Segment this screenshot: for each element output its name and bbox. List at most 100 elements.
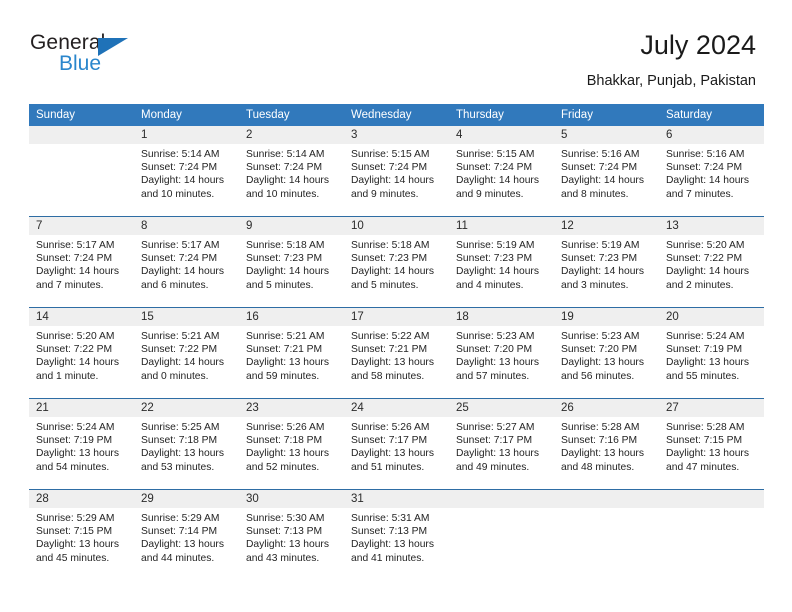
day-detail-daylight-line2: and 44 minutes. <box>141 552 215 564</box>
day-detail-daylight-line1: Daylight: 13 hours <box>141 448 224 460</box>
calendar-day-cell[interactable]: 31 Sunrise: 5:31 AM Sunset: 7:13 PM Dayligh… <box>344 489 449 580</box>
day-details: Sunrise: 5:30 AM Sunset: 7:13 PM Daylight:… <box>239 508 344 565</box>
day-detail-sunrise: Sunrise: 5:14 AM <box>246 149 325 160</box>
day-cell-content: 28 Sunrise: 5:29 AM Sunset: 7:15 PM Dayligh… <box>29 490 134 580</box>
day-detail-daylight-line1: Daylight: 14 hours <box>666 266 749 278</box>
day-detail-daylight-line1: Daylight: 13 hours <box>666 448 749 460</box>
day-detail-daylight-line2: and 6 minutes. <box>141 279 209 291</box>
day-cell-content: 10 Sunrise: 5:18 AM Sunset: 7:23 PM Dayligh… <box>344 217 449 307</box>
calendar-day-cell[interactable]: 4 Sunrise: 5:15 AM Sunset: 7:24 PM Daylight… <box>449 126 554 217</box>
day-details: Sunrise: 5:29 AM Sunset: 7:14 PM Daylight:… <box>134 508 239 565</box>
calendar-day-cell[interactable]: 14 Sunrise: 5:20 AM Sunset: 7:22 PM Dayligh… <box>29 307 134 399</box>
day-detail-sunset: Sunset: 7:24 PM <box>456 162 533 174</box>
day-details: Sunrise: 5:26 AM Sunset: 7:17 PM Daylight:… <box>344 417 449 474</box>
calendar-day-cell[interactable]: 26 Sunrise: 5:28 AM Sunset: 7:16 PM Dayligh… <box>554 398 659 490</box>
calendar-day-cell[interactable]: 19 Sunrise: 5:23 AM Sunset: 7:20 PM Dayligh… <box>554 307 659 399</box>
day-detail-daylight-line2: and 10 minutes. <box>246 188 320 200</box>
calendar-day-cell[interactable]: 24 Sunrise: 5:26 AM Sunset: 7:17 PM Dayligh… <box>344 398 449 490</box>
day-number: 18 <box>449 308 554 326</box>
calendar-day-cell[interactable]: 8 Sunrise: 5:17 AM Sunset: 7:24 PM Daylight… <box>134 216 239 308</box>
calendar-day-cell[interactable]: 6 Sunrise: 5:16 AM Sunset: 7:24 PM Daylight… <box>659 126 764 217</box>
day-cell-content: 12 Sunrise: 5:19 AM Sunset: 7:23 PM Dayligh… <box>554 217 659 307</box>
day-cell-content: 24 Sunrise: 5:26 AM Sunset: 7:17 PM Dayligh… <box>344 399 449 489</box>
day-detail-sunset: Sunset: 7:18 PM <box>141 435 218 447</box>
day-detail-daylight-line1: Daylight: 13 hours <box>666 357 749 369</box>
day-detail-daylight-line2: and 7 minutes. <box>36 279 104 291</box>
day-number: 19 <box>554 308 659 326</box>
calendar-day-cell[interactable]: 25 Sunrise: 5:27 AM Sunset: 7:17 PM Dayligh… <box>449 398 554 490</box>
day-cell-content: 19 Sunrise: 5:23 AM Sunset: 7:20 PM Dayligh… <box>554 308 659 398</box>
calendar-day-cell[interactable]: 10 Sunrise: 5:18 AM Sunset: 7:23 PM Dayligh… <box>344 216 449 308</box>
day-cell-content: 26 Sunrise: 5:28 AM Sunset: 7:16 PM Dayligh… <box>554 399 659 489</box>
day-detail-sunset: Sunset: 7:15 PM <box>36 526 113 538</box>
calendar-day-cell[interactable]: 20 Sunrise: 5:24 AM Sunset: 7:19 PM Dayligh… <box>659 307 764 399</box>
day-detail-sunset: Sunset: 7:24 PM <box>141 253 218 265</box>
calendar-day-cell[interactable]: 11 Sunrise: 5:19 AM Sunset: 7:23 PM Dayligh… <box>449 216 554 308</box>
day-detail-daylight-line2: and 47 minutes. <box>666 461 740 473</box>
calendar-week-row: 28 Sunrise: 5:29 AM Sunset: 7:15 PM Dayligh… <box>29 489 764 580</box>
day-detail-sunrise: Sunrise: 5:29 AM <box>36 513 115 524</box>
calendar-day-cell[interactable]: 23 Sunrise: 5:26 AM Sunset: 7:18 PM Dayligh… <box>239 398 344 490</box>
day-details <box>659 508 764 512</box>
calendar-day-cell[interactable]: 7 Sunrise: 5:17 AM Sunset: 7:24 PM Daylight… <box>29 216 134 308</box>
day-details: Sunrise: 5:26 AM Sunset: 7:18 PM Daylight:… <box>239 417 344 474</box>
day-detail-daylight-line2: and 9 minutes. <box>456 188 524 200</box>
day-detail-sunrise: Sunrise: 5:27 AM <box>456 422 535 433</box>
calendar-day-cell[interactable]: 28 Sunrise: 5:29 AM Sunset: 7:15 PM Dayligh… <box>29 489 134 580</box>
day-details: Sunrise: 5:15 AM Sunset: 7:24 PM Daylight:… <box>344 144 449 201</box>
day-number: 7 <box>29 217 134 235</box>
day-detail-daylight-line2: and 10 minutes. <box>141 188 215 200</box>
day-number: 1 <box>134 126 239 144</box>
day-detail-daylight-line2: and 53 minutes. <box>141 461 215 473</box>
day-details: Sunrise: 5:27 AM Sunset: 7:17 PM Daylight:… <box>449 417 554 474</box>
calendar-day-cell[interactable]: 16 Sunrise: 5:21 AM Sunset: 7:21 PM Dayligh… <box>239 307 344 399</box>
day-details: Sunrise: 5:16 AM Sunset: 7:24 PM Daylight:… <box>554 144 659 201</box>
weekday-header-saturday: Saturday <box>659 104 764 126</box>
calendar-day-cell[interactable]: 22 Sunrise: 5:25 AM Sunset: 7:18 PM Dayligh… <box>134 398 239 490</box>
day-cell-content: 9 Sunrise: 5:18 AM Sunset: 7:23 PM Daylight… <box>239 217 344 307</box>
calendar-day-cell[interactable]: 30 Sunrise: 5:30 AM Sunset: 7:13 PM Dayligh… <box>239 489 344 580</box>
day-detail-sunset: Sunset: 7:21 PM <box>246 344 323 356</box>
day-cell-content: 23 Sunrise: 5:26 AM Sunset: 7:18 PM Dayligh… <box>239 399 344 489</box>
day-detail-daylight-line2: and 51 minutes. <box>351 461 425 473</box>
day-detail-sunset: Sunset: 7:23 PM <box>456 253 533 265</box>
day-number: 29 <box>134 490 239 508</box>
calendar-table: Sunday Monday Tuesday Wednesday Thursday… <box>29 104 764 580</box>
day-detail-daylight-line1: Daylight: 13 hours <box>246 448 329 460</box>
day-number: 4 <box>449 126 554 144</box>
day-detail-daylight-line1: Daylight: 13 hours <box>456 448 539 460</box>
general-blue-logo[interactable]: General Blue <box>30 28 142 75</box>
calendar-day-cell[interactable]: 21 Sunrise: 5:24 AM Sunset: 7:19 PM Dayligh… <box>29 398 134 490</box>
day-cell-content <box>554 490 659 580</box>
calendar-day-cell[interactable]: 5 Sunrise: 5:16 AM Sunset: 7:24 PM Daylight… <box>554 126 659 217</box>
calendar-day-cell[interactable]: 29 Sunrise: 5:29 AM Sunset: 7:14 PM Dayligh… <box>134 489 239 580</box>
calendar-day-cell[interactable]: 18 Sunrise: 5:23 AM Sunset: 7:20 PM Dayligh… <box>449 307 554 399</box>
day-details: Sunrise: 5:16 AM Sunset: 7:24 PM Daylight:… <box>659 144 764 201</box>
day-detail-daylight-line2: and 5 minutes. <box>351 279 419 291</box>
day-detail-daylight-line1: Daylight: 13 hours <box>36 539 119 551</box>
calendar-day-cell[interactable]: 2 Sunrise: 5:14 AM Sunset: 7:24 PM Daylight… <box>239 126 344 217</box>
day-cell-content: 6 Sunrise: 5:16 AM Sunset: 7:24 PM Daylight… <box>659 126 764 216</box>
logo-blue-label: Blue <box>59 52 102 75</box>
day-detail-sunrise: Sunrise: 5:19 AM <box>561 240 640 251</box>
calendar-day-cell[interactable]: 3 Sunrise: 5:15 AM Sunset: 7:24 PM Daylight… <box>344 126 449 217</box>
day-detail-daylight-line2: and 52 minutes. <box>246 461 320 473</box>
day-cell-content: 22 Sunrise: 5:25 AM Sunset: 7:18 PM Dayligh… <box>134 399 239 489</box>
day-detail-daylight-line1: Daylight: 14 hours <box>456 175 539 187</box>
day-details: Sunrise: 5:31 AM Sunset: 7:13 PM Daylight:… <box>344 508 449 565</box>
day-detail-daylight-line1: Daylight: 13 hours <box>36 448 119 460</box>
day-cell-content: 21 Sunrise: 5:24 AM Sunset: 7:19 PM Dayligh… <box>29 399 134 489</box>
calendar-day-cell[interactable]: 9 Sunrise: 5:18 AM Sunset: 7:23 PM Daylight… <box>239 216 344 308</box>
calendar-body: 1 Sunrise: 5:14 AM Sunset: 7:24 PM Daylight… <box>29 126 764 580</box>
weekday-header-friday: Friday <box>554 104 659 126</box>
calendar-day-cell[interactable]: 15 Sunrise: 5:21 AM Sunset: 7:22 PM Dayligh… <box>134 307 239 399</box>
calendar-day-cell[interactable]: 12 Sunrise: 5:19 AM Sunset: 7:23 PM Dayligh… <box>554 216 659 308</box>
calendar-day-cell[interactable]: 27 Sunrise: 5:28 AM Sunset: 7:15 PM Dayligh… <box>659 398 764 490</box>
day-detail-sunrise: Sunrise: 5:17 AM <box>36 240 115 251</box>
day-detail-sunset: Sunset: 7:24 PM <box>561 162 638 174</box>
calendar-day-cell[interactable]: 13 Sunrise: 5:20 AM Sunset: 7:22 PM Dayligh… <box>659 216 764 308</box>
calendar-day-cell[interactable]: 1 Sunrise: 5:14 AM Sunset: 7:24 PM Daylight… <box>134 126 239 217</box>
day-detail-sunset: Sunset: 7:22 PM <box>36 344 113 356</box>
calendar-day-cell[interactable]: 17 Sunrise: 5:22 AM Sunset: 7:21 PM Dayligh… <box>344 307 449 399</box>
day-detail-daylight-line2: and 43 minutes. <box>246 552 320 564</box>
